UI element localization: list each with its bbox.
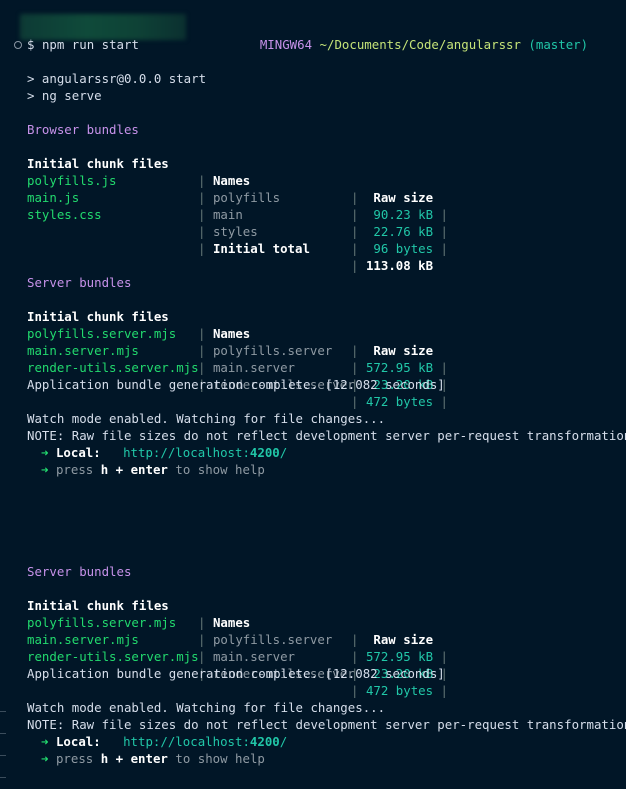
arrow-right-icon: ➜ xyxy=(41,445,49,460)
table-row: polyfills.server.mjs | polyfills.server … xyxy=(27,597,587,664)
initial-total-row: | Initial total | 113.08 kB xyxy=(27,223,587,273)
note-line: NOTE: Raw file sizes do not reflect deve… xyxy=(27,717,626,732)
pipe: | xyxy=(198,241,206,256)
browser-bundles-title: Browser bundles xyxy=(27,122,139,137)
local-label: Local: xyxy=(55,445,101,460)
pipe: | xyxy=(351,241,359,256)
table-row: render-utils.server.mjs | render-utils.s… xyxy=(27,631,587,698)
help-line: ➜ press h + enter to show help xyxy=(41,461,265,478)
help-line: ➜ press h + enter to show help xyxy=(41,750,265,767)
npm-output-line: > angularssr@0.0.0 start xyxy=(27,71,207,86)
pipe: | xyxy=(440,360,449,375)
url-prefix: http://localhost: xyxy=(123,734,250,749)
local-url-line: ➜ Local: http://localhost:4200/ xyxy=(41,733,287,750)
pipe: | xyxy=(351,394,359,409)
url-suffix: / xyxy=(279,445,288,460)
table-row: polyfills.server.mjs | polyfills.server … xyxy=(27,308,587,375)
table-row: main.server.mjs | main.server | 23.20 kB… xyxy=(27,325,587,392)
chunk-name: main.server xyxy=(212,649,295,664)
pipe: | xyxy=(198,360,206,375)
scroll-marker xyxy=(0,733,6,734)
watch-mode: Watch mode enabled. Watching for file ch… xyxy=(27,700,386,715)
pipe: | xyxy=(198,207,206,222)
npm-output-line: > ng serve xyxy=(27,88,102,103)
help-rest: to show help xyxy=(175,462,265,477)
pipe: | xyxy=(351,360,359,375)
pipe: | xyxy=(198,649,206,664)
arrow-right-icon: ➜ xyxy=(41,462,49,477)
pipe: | xyxy=(440,683,449,698)
command-status-circle-icon[interactable] xyxy=(14,41,22,49)
arrow-right-icon: ➜ xyxy=(41,751,49,766)
file-name: styles.css xyxy=(27,207,102,222)
server-bundles-title: Server bundles xyxy=(27,275,132,290)
help-plus: + xyxy=(115,462,124,477)
help-key-h: h xyxy=(100,462,109,477)
server-bundles-title: Server bundles xyxy=(27,564,132,579)
server-bundles-header: Initial chunk files | Names | Raw size xyxy=(27,291,587,358)
local-label: Local: xyxy=(55,734,101,749)
generation-complete: Application bundle generation complete. … xyxy=(27,666,445,681)
pipe: | xyxy=(440,207,449,222)
scroll-marker xyxy=(0,711,6,712)
command-text: npm run start xyxy=(41,37,139,52)
table-row: render-utils.server.mjs | render-utils.s… xyxy=(27,342,587,409)
help-rest: to show help xyxy=(175,751,265,766)
pipe: | xyxy=(351,258,359,273)
raw-size: 472 bytes xyxy=(365,683,434,698)
browser-bundles-header: Initial chunk files | Names | Raw size xyxy=(27,138,587,205)
total-label: Initial total xyxy=(212,241,310,256)
server-bundles-header: Initial chunk files | Names | Raw size xyxy=(27,580,587,647)
pipe: | xyxy=(351,683,359,698)
local-url-link[interactable]: http://localhost:4200/ xyxy=(123,734,287,749)
terminal-output[interactable]: MINGW64 ~/Documents/Code/angularssr (mas… xyxy=(0,0,626,789)
local-url-link[interactable]: http://localhost:4200/ xyxy=(123,445,287,460)
url-port: 4200 xyxy=(249,445,280,460)
pipe: | xyxy=(351,207,359,222)
table-row: polyfills.js | polyfills | 90.23 kB | xyxy=(27,155,587,222)
help-plus: + xyxy=(115,751,124,766)
pipe: | xyxy=(440,394,449,409)
help-key-enter: enter xyxy=(130,751,168,766)
arrow-right-icon: ➜ xyxy=(41,734,49,749)
raw-size: 572.95 kB xyxy=(365,360,434,375)
prompt-path: ~/Documents/Code/angularssr xyxy=(319,37,521,52)
raw-size: 472 bytes xyxy=(365,394,434,409)
table-row: styles.css | styles | 96 bytes | xyxy=(27,189,587,256)
scroll-marker xyxy=(0,777,6,778)
command-line: $ npm run start xyxy=(27,36,139,53)
generation-complete: Application bundle generation complete. … xyxy=(27,377,445,392)
chunk-name: main.server xyxy=(212,360,295,375)
help-press: press xyxy=(55,462,94,477)
pipe: | xyxy=(440,241,449,256)
local-url-line: ➜ Local: http://localhost:4200/ xyxy=(41,444,287,461)
note-line: NOTE: Raw file sizes do not reflect deve… xyxy=(27,428,626,443)
url-suffix: / xyxy=(279,734,288,749)
help-key-h: h xyxy=(100,751,109,766)
pipe: | xyxy=(351,649,359,664)
url-port: 4200 xyxy=(249,734,280,749)
help-press: press xyxy=(55,751,94,766)
raw-size: 90.23 kB xyxy=(365,207,434,222)
prompt-symbol: $ xyxy=(27,37,35,52)
file-name: render-utils.server.mjs xyxy=(27,649,199,664)
total-size: 113.08 kB xyxy=(365,258,434,273)
table-row: main.server.mjs | main.server | 23.20 kB… xyxy=(27,614,587,681)
scroll-marker xyxy=(0,755,6,756)
prompt-header: MINGW64 ~/Documents/Code/angularssr (mas… xyxy=(230,19,588,52)
url-prefix: http://localhost: xyxy=(123,445,250,460)
watch-mode: Watch mode enabled. Watching for file ch… xyxy=(27,411,386,426)
raw-size: 96 bytes xyxy=(365,241,434,256)
prompt-branch: (master) xyxy=(528,37,589,52)
chunk-name: main xyxy=(212,207,243,222)
help-key-enter: enter xyxy=(130,462,168,477)
raw-size: 572.95 kB xyxy=(365,649,434,664)
table-row: main.js | main | 22.76 kB | xyxy=(27,172,587,239)
pipe: | xyxy=(440,649,449,664)
prompt-host: MINGW64 xyxy=(259,37,313,52)
file-name: render-utils.server.mjs xyxy=(27,360,199,375)
